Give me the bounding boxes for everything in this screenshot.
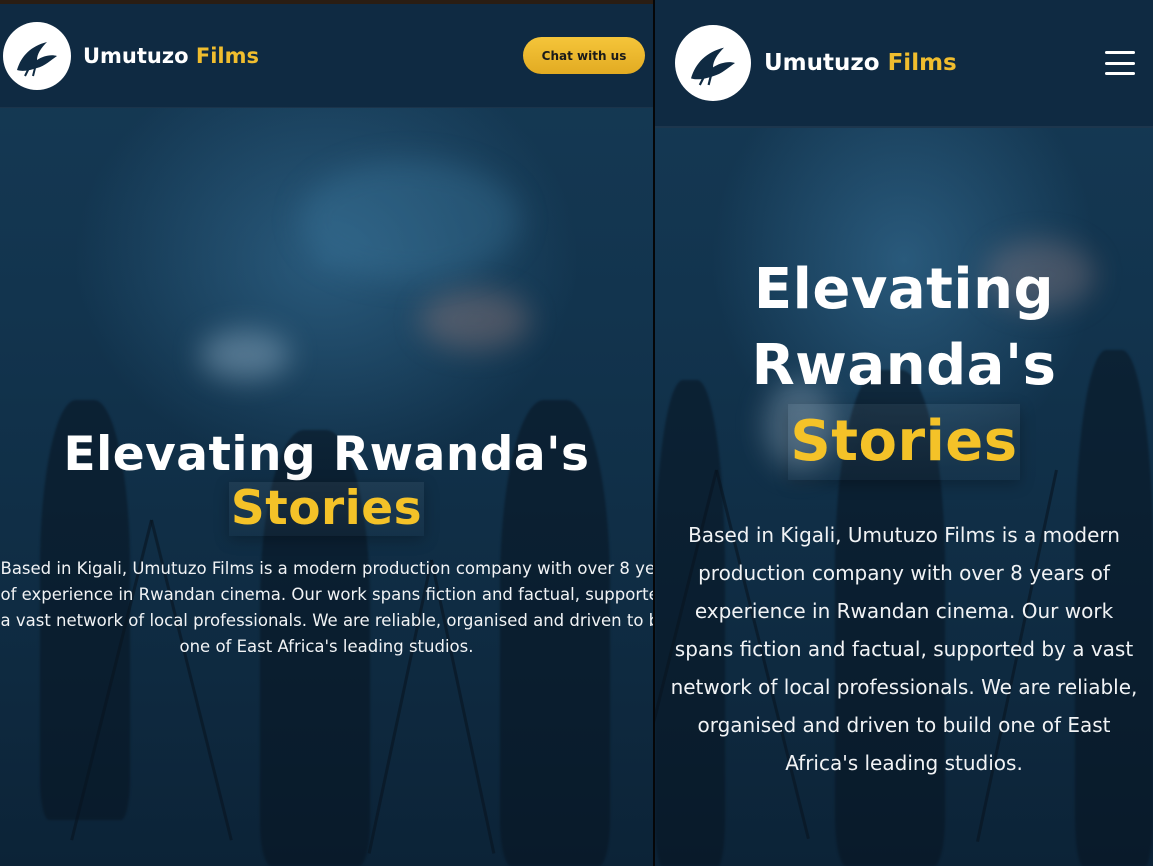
bird-logo-icon [675,25,751,101]
hero-description-line: one of East Africa's leading studios. [179,637,474,656]
hero-section: Elevating Rwanda's Stories Based in Kiga… [655,252,1153,782]
hamburger-menu-icon[interactable] [1105,51,1135,75]
hero-title-highlight: Stories [228,481,425,536]
navbar: Umutuzo Films Chat with us [0,0,653,108]
hero-title-highlight: Stories [788,404,1020,480]
hero-description-line: Based in Kigali, Umutuzo Films is a mode… [0,559,654,578]
brand-name: Umutuzo Films [83,43,259,68]
desktop-view-panel: Umutuzo Films Chat with us Elevating Rwa… [0,0,653,866]
bird-logo-icon [3,21,71,90]
brand-name: Umutuzo Films [764,50,957,76]
hero-description-line: of experience in Rwandan cinema. Our wor… [0,585,654,604]
hero-title-line: Elevating Rwanda's [63,427,590,482]
hero-section: Elevating Rwanda's Stories Based in Kiga… [0,428,654,660]
chat-with-us-button[interactable]: Chat with us [523,37,645,74]
hero-title: Elevating Rwanda's Stories [655,252,1153,480]
hero-title: Elevating Rwanda's Stories [0,428,653,536]
navbar: Umutuzo Films [655,0,1153,128]
brand-logo[interactable]: Umutuzo Films [3,21,259,90]
mobile-view-panel: Umutuzo Films Elevating Rwanda's Stories… [655,0,1153,866]
hero-title-line: Elevating [753,257,1055,322]
brand-logo[interactable]: Umutuzo Films [675,25,957,101]
hero-description-line: a vast network of local professionals. W… [0,611,654,630]
hero-description: Based in Kigali, Umutuzo Films is a mode… [670,523,1138,775]
hero-description: Based in Kigali, Umutuzo Films is a mode… [0,556,654,660]
hero-title-line: Rwanda's [751,333,1057,398]
